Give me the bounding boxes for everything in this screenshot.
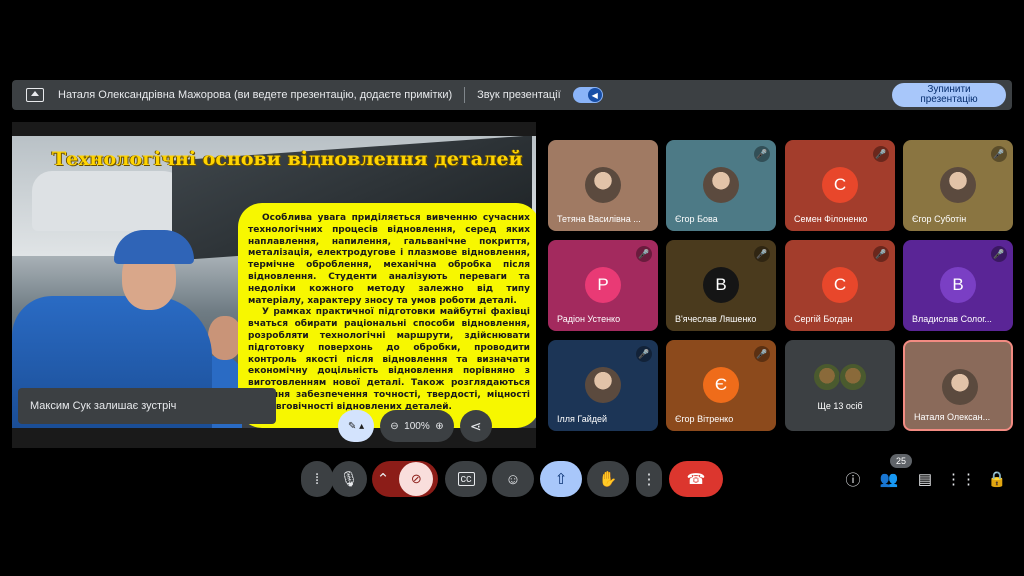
mic-off-icon: 🎤 (754, 246, 770, 262)
present-button[interactable]: ⇧ (540, 461, 582, 497)
camera-off-button[interactable]: ⊘ (399, 462, 434, 496)
presenter-info: Наталя Олександрівна Мажорова (ви ведете… (58, 89, 453, 101)
stop-presenting-button[interactable]: Зупинити презентацію (892, 83, 1006, 107)
slide-text-box: Особлива увага приділяється вивченню суч… (238, 203, 536, 428)
audio-levels-button[interactable]: ⦙ (301, 461, 333, 497)
participant-tile[interactable]: В Владислав Солог... 🎤 (903, 240, 1013, 331)
participant-avatar: С (822, 267, 858, 303)
chat-icon[interactable]: ▤ (913, 467, 937, 491)
host-controls-icon[interactable]: 🔒 (985, 467, 1009, 491)
leave-call-button[interactable]: ☎ (669, 461, 723, 497)
mic-off-icon: 🎤 (991, 146, 1007, 162)
participant-group-photo (839, 363, 867, 391)
presentation-sound-label: Звук презентації (477, 89, 561, 101)
pen-icon: ✎ (348, 420, 357, 432)
hand-icon: ✋ (598, 471, 618, 488)
raise-hand-button[interactable]: ✋ (587, 461, 629, 497)
participant-tile[interactable]: С Семен Філоненко 🎤 (785, 140, 895, 231)
participant-avatar: В (940, 267, 976, 303)
participant-tile[interactable]: С Сергій Богдан 🎤 (785, 240, 895, 331)
emoji-icon: ☺ (505, 470, 521, 488)
zoom-in-icon[interactable]: ⊕ (435, 421, 443, 432)
participant-name: Владислав Солог... (912, 314, 992, 324)
microphone-icon: 🎙 (339, 471, 359, 488)
people-icon[interactable]: 👥 (877, 467, 901, 491)
participant-tile[interactable]: Наталя Олексан... (903, 340, 1013, 431)
mic-off-icon: 🎤 (636, 246, 652, 262)
participant-group-photo (813, 363, 841, 391)
presentation-sound-toggle[interactable]: ◀ (572, 87, 603, 103)
reactions-button[interactable]: ☺ (492, 461, 534, 497)
camera-options-icon[interactable]: ⌃ (377, 470, 390, 488)
mic-off-icon: 🎤 (636, 346, 652, 362)
participant-tile[interactable]: Ілля Гайдей 🎤 (548, 340, 658, 431)
participant-tile[interactable]: Тетяна Василівна ... (548, 140, 658, 231)
participant-name: В'ячеслав Ляшенко (675, 314, 757, 324)
participant-tile[interactable]: Є Єгор Вітренко 🎤 (666, 340, 776, 431)
participant-photo (703, 167, 739, 203)
participant-avatar: С (822, 167, 858, 203)
mic-off-icon: 🎤 (873, 246, 889, 262)
more-options-button[interactable]: ⋮ (636, 461, 662, 497)
zoom-controls: ✎ ▴ ⊖ 100% ⊕ ⋖ (338, 410, 492, 442)
participant-photo (585, 167, 621, 203)
zoom-level: 100% (404, 420, 430, 432)
presentation-slide: Технологічні основи відновлення деталей … (12, 136, 536, 428)
participant-name: Єгор Суботін (912, 214, 967, 224)
slide-paragraph-1: Особлива увага приділяється вивченню суч… (248, 213, 530, 306)
participant-tile[interactable]: Єгор Бова 🎤 (666, 140, 776, 231)
slide-paragraph-2: У рамках практичної підготовки майбутні … (248, 307, 530, 412)
participant-left-toast: Максим Сук залишає зустріч (18, 388, 276, 424)
participant-tile[interactable]: Єгор Суботін 🎤 (903, 140, 1013, 231)
captions-icon: cc (457, 472, 475, 486)
annotate-button[interactable]: ✎ ▴ (338, 410, 375, 442)
participant-avatar: Р (585, 267, 621, 303)
participant-avatar: Є (703, 367, 739, 403)
participant-name: Сергій Богдан (794, 314, 853, 324)
presentation-bar: Наталя Олександрівна Мажорова (ви ведете… (12, 80, 1012, 110)
participant-photo (942, 369, 978, 405)
info-icon[interactable]: ⓘ (841, 467, 865, 491)
hang-up-icon: ☎ (686, 471, 706, 488)
zoom-out-icon[interactable]: ⊖ (390, 421, 398, 432)
mic-off-icon: 🎤 (754, 346, 770, 362)
mic-off-icon: 🎤 (754, 146, 770, 162)
participant-tile[interactable]: Р Радіон Устенко 🎤 (548, 240, 658, 331)
participant-name: Єгор Вітренко (675, 414, 734, 424)
participant-name: Ще 13 осіб (817, 401, 863, 411)
participant-name: Наталя Олексан... (914, 412, 991, 422)
share-icon[interactable]: ⋖ (459, 410, 492, 442)
participant-tile[interactable]: Ще 13 осіб (785, 340, 895, 431)
camera-control: ⌃ ⊘ (372, 461, 438, 497)
participant-name: Ілля Гайдей (557, 414, 608, 424)
participant-avatar: В (703, 267, 739, 303)
chevron-up-icon: ▴ (359, 420, 365, 432)
present-screen-icon (26, 88, 44, 102)
slide-title: Технологічні основи відновлення деталей (52, 148, 523, 170)
audio-wave-icon: ⦙ (315, 470, 319, 488)
participant-tile[interactable]: В В'ячеслав Ляшенко 🎤 (666, 240, 776, 331)
apps-grid-icon[interactable]: ⋮⋮ (946, 467, 976, 491)
mic-off-icon: 🎤 (873, 146, 889, 162)
volume-icon: ◀ (587, 88, 602, 102)
participant-name: Семен Філоненко (794, 214, 868, 224)
people-count-badge: 25 (890, 454, 912, 468)
microphone-button[interactable]: 🎙 (331, 461, 367, 497)
participant-name: Єгор Бова (675, 214, 718, 224)
captions-button[interactable]: cc (445, 461, 487, 497)
slide-car-image (32, 171, 192, 231)
zoom-pill: ⊖ 100% ⊕ (380, 410, 454, 442)
participant-photo (585, 367, 621, 403)
participant-name: Радіон Устенко (557, 314, 621, 324)
more-vert-icon: ⋮ (641, 471, 657, 488)
participant-name: Тетяна Василівна ... (557, 214, 641, 224)
present-screen-icon: ⇧ (554, 471, 568, 488)
participant-photo (940, 167, 976, 203)
divider (464, 87, 466, 103)
mic-off-icon: 🎤 (991, 246, 1007, 262)
